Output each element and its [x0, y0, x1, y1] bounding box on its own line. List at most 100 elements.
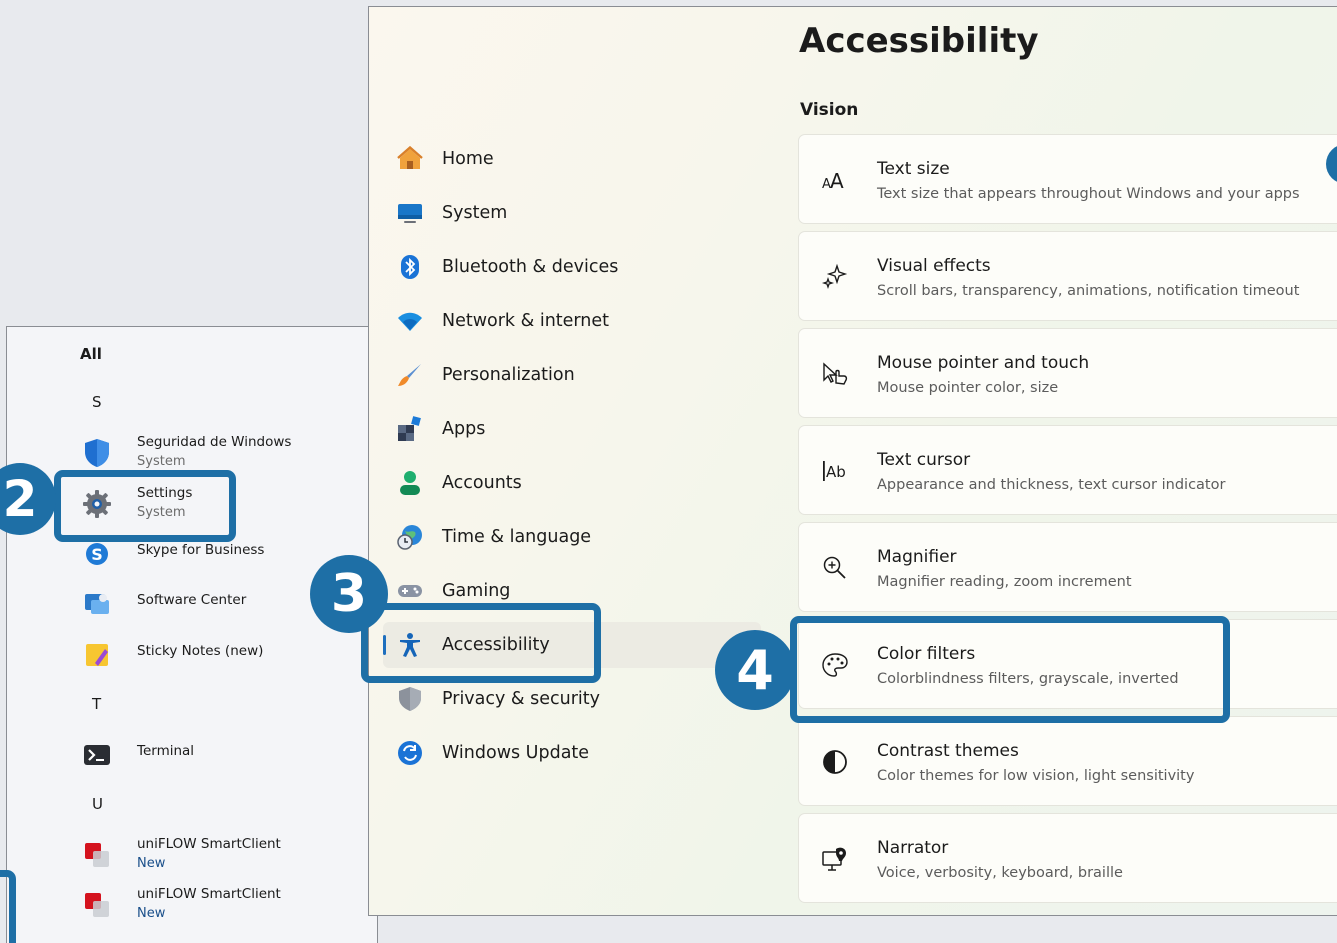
narrator-icon: [822, 847, 846, 871]
card-title: Visual effects: [877, 256, 991, 276]
nav-apps[interactable]: Apps: [383, 406, 761, 452]
nav-accessibility[interactable]: Accessibility: [383, 622, 761, 668]
text-size-icon: A A: [822, 169, 844, 193]
nav-label: Gaming: [442, 581, 511, 601]
nav-label: Accounts: [442, 473, 522, 493]
svg-text:Ab: Ab: [826, 463, 846, 481]
card-description: Appearance and thickness, text cursor in…: [877, 477, 1226, 493]
card-description: Color themes for low vision, light sensi…: [877, 768, 1195, 784]
card-text-cursor[interactable]: Ab Text cursor Appearance and thickness,…: [798, 425, 1337, 515]
nav-label: Bluetooth & devices: [442, 257, 619, 277]
person-icon: [400, 471, 420, 495]
svg-text:A: A: [830, 169, 844, 193]
nav-label: System: [442, 203, 508, 223]
nav-bluetooth-devices[interactable]: Bluetooth & devices: [383, 244, 761, 290]
nav-privacy-security[interactable]: Privacy & security: [383, 676, 761, 722]
brush-icon: [398, 364, 421, 386]
svg-text:S: S: [91, 545, 103, 564]
settings-gear-icon: [83, 490, 111, 518]
sticky-notes-icon: [86, 644, 108, 666]
nav-label: Network & internet: [442, 311, 610, 331]
app-sticky-notes[interactable]: Sticky Notes (new): [79, 633, 319, 677]
nav-home[interactable]: Home: [383, 136, 761, 182]
app-name: uniFLOW SmartClient: [137, 836, 281, 852]
nav-accounts[interactable]: Accounts: [383, 460, 761, 506]
nav-personalization[interactable]: Personalization: [383, 352, 761, 398]
card-title: Magnifier: [877, 547, 957, 567]
card-description: Scroll bars, transparency, animations, n…: [877, 283, 1300, 299]
app-name: Skype for Business: [137, 542, 265, 558]
card-title: Contrast themes: [877, 741, 1019, 761]
bluetooth-icon: [401, 255, 419, 279]
card-title: Text size: [877, 159, 950, 179]
start-menu-all-apps: All S Seguridad de Windows System Settin…: [6, 326, 378, 943]
app-name: Sticky Notes (new): [137, 643, 264, 659]
card-contrast-themes[interactable]: Contrast themes Color themes for low vis…: [798, 716, 1337, 806]
app-skype-for-business[interactable]: S Skype for Business: [79, 532, 319, 576]
card-description: Text size that appears throughout Window…: [877, 186, 1300, 202]
letter-header-t[interactable]: T: [92, 695, 101, 713]
letter-header-s[interactable]: S: [92, 393, 102, 411]
app-seguridad-de-windows[interactable]: Seguridad de Windows System: [79, 431, 319, 475]
nav-label: Time & language: [442, 527, 592, 547]
app-name: Terminal: [137, 743, 195, 759]
palette-icon: [822, 653, 848, 677]
wifi-icon: [398, 312, 422, 331]
app-terminal[interactable]: Terminal: [79, 733, 319, 777]
nav-windows-update[interactable]: Windows Update: [383, 730, 761, 776]
app-name: Software Center: [137, 592, 247, 608]
card-description: Voice, verbosity, keyboard, braille: [877, 865, 1123, 881]
pointer-touch-icon: [823, 362, 848, 385]
all-apps-header: All: [80, 345, 102, 363]
card-narrator[interactable]: Narrator Voice, verbosity, keyboard, bra…: [798, 813, 1337, 903]
card-title: Color filters: [877, 644, 976, 664]
uniflow-icon: [85, 843, 109, 867]
nav-label: Accessibility: [442, 635, 550, 655]
gamepad-icon: [398, 585, 422, 597]
app-settings[interactable]: Settings System: [79, 482, 319, 526]
skype-icon: S: [86, 543, 108, 565]
nav-label: Personalization: [442, 365, 575, 385]
nav-system[interactable]: System: [383, 190, 761, 236]
selected-indicator: [383, 635, 386, 655]
app-uniflow-smartclient[interactable]: uniFLOW SmartClient New: [79, 833, 319, 877]
terminal-icon: [84, 745, 110, 765]
letter-header-u[interactable]: U: [92, 795, 103, 813]
card-visual-effects[interactable]: Visual effects Scroll bars, transparency…: [798, 231, 1337, 321]
app-subtitle: System: [137, 505, 186, 520]
app-software-center[interactable]: Software Center: [79, 582, 319, 626]
app-name: Settings: [137, 485, 193, 501]
app-new-badge: New: [137, 856, 166, 871]
card-text-size[interactable]: A A Text size Text size that appears thr…: [798, 134, 1337, 224]
nav-network-internet[interactable]: Network & internet: [383, 298, 761, 344]
accessibility-icon: [400, 633, 420, 657]
app-new-badge: New: [137, 906, 166, 921]
step-3-badge: 3: [310, 555, 388, 633]
app-name: Seguridad de Windows: [137, 434, 292, 450]
card-title: Narrator: [877, 838, 949, 858]
card-mouse-pointer-touch[interactable]: Mouse pointer and touch Mouse pointer co…: [798, 328, 1337, 418]
magnifier-icon: [823, 556, 846, 579]
card-magnifier[interactable]: Magnifier Magnifier reading, zoom increm…: [798, 522, 1337, 612]
globe-clock-icon: [397, 525, 422, 550]
monitor-icon: [398, 204, 422, 223]
nav-label: Privacy & security: [442, 689, 601, 709]
app-subtitle: System: [137, 454, 186, 468]
sparkle-icon: [821, 263, 848, 290]
nav-gaming[interactable]: Gaming: [383, 568, 761, 614]
section-title-vision: Vision: [800, 100, 859, 120]
nav-time-language[interactable]: Time & language: [383, 514, 761, 560]
shield-icon: [399, 687, 421, 711]
nav-label: Windows Update: [442, 743, 590, 763]
text-cursor-icon: Ab: [823, 461, 846, 481]
update-icon: [398, 741, 422, 765]
software-center-icon: [85, 594, 109, 614]
windows-security-shield-icon: [85, 439, 109, 467]
uniflow-icon: [85, 893, 109, 917]
card-title: Text cursor: [877, 450, 971, 470]
card-description: Magnifier reading, zoom increment: [877, 574, 1132, 590]
settings-window: Home System Bluetooth & devices Network …: [368, 6, 1337, 916]
app-uniflow-smartclient[interactable]: uniFLOW SmartClient New: [79, 883, 319, 927]
step-4-badge: 4: [715, 630, 795, 710]
card-color-filters[interactable]: Color filters Colorblindness filters, gr…: [798, 619, 1337, 709]
